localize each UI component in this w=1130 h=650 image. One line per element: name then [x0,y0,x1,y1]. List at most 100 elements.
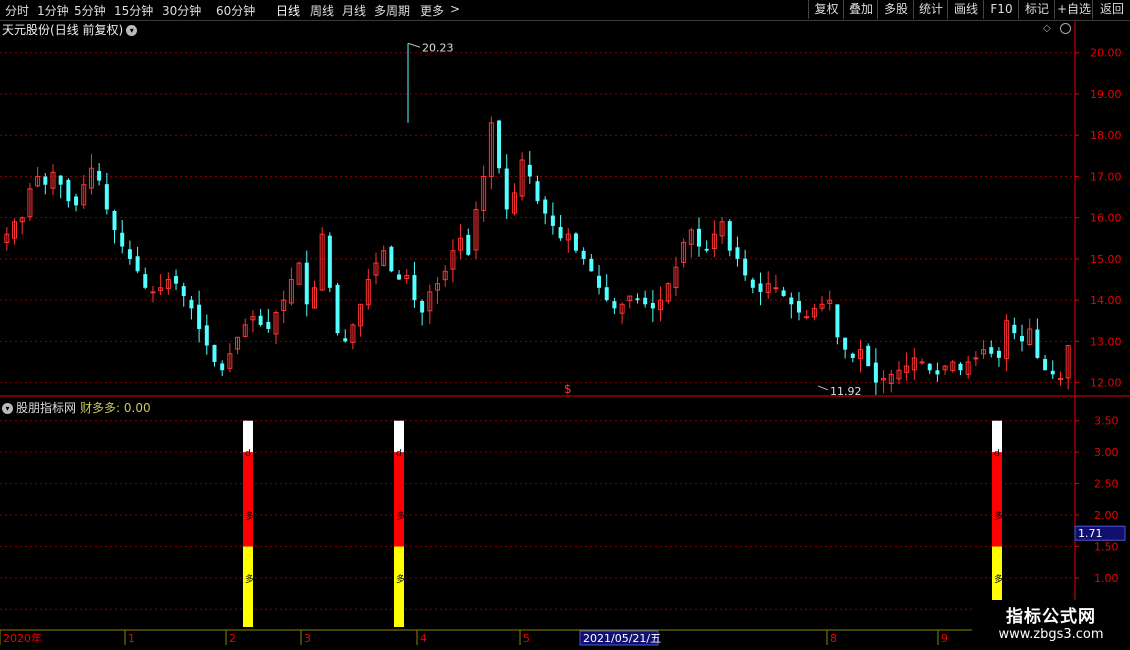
candle-body-down [204,325,209,346]
candle-body-down [58,175,63,185]
candle-body-down [835,304,840,338]
indicator-tick-label: 2.00 [1094,509,1119,522]
candle-body-down [704,248,709,251]
indicator-tick-label: 2.50 [1094,478,1119,491]
candle-body-down [535,181,540,202]
candle-body-down [420,300,425,313]
high-label: 20.23 [422,41,454,54]
candle-body-down [743,258,748,276]
bar-glyph: 多 [396,573,405,585]
candle-body-down [697,228,702,247]
watermark-title: 指标公式网 [1006,607,1096,627]
candle-body-down [1050,370,1055,375]
candle-body-down [935,370,940,375]
candle-body-down [781,290,786,297]
candle-body-up [973,357,979,360]
date-label: 5 [523,632,530,645]
date-label: 4 [420,632,427,645]
indicator-tick-label: 3.00 [1094,446,1119,459]
candle-body-down [343,338,348,342]
candle-body-down [304,262,309,305]
signal-bar-segment [243,420,253,453]
candle-body-down [466,234,471,255]
candle-body-down [66,179,71,202]
candle-body-down [412,275,417,301]
candle-body-down [120,232,125,247]
candle-body-down [958,363,963,371]
candle-body-up [804,316,810,319]
candle-body-down [989,347,994,354]
date-label: 8 [830,632,837,645]
low-label: 11.92 [830,385,862,398]
bar-glyph: 多 [245,573,254,585]
candle-body-down [127,249,132,259]
candle-body-down [758,283,763,292]
candle-body-down [612,301,617,309]
price-tick-label: 12.00 [1090,377,1122,390]
candle-body-down [927,363,932,371]
indicator-tick-label: 1.50 [1094,540,1119,553]
candle-body-down [796,301,801,313]
signal-bar-segment [243,546,253,627]
candle-body-down [197,304,202,330]
candle-body-down [573,233,578,251]
signal-bar-segment [992,420,1002,453]
signal-bar-segment [394,546,404,627]
low-pointer [817,385,829,391]
price-tick-label: 15.00 [1090,253,1122,266]
candle-body-down [143,274,148,288]
candle-body-down [558,227,563,239]
candle-body-down [335,284,340,334]
price-tick-label: 17.00 [1090,170,1122,183]
candle-body-up [1057,378,1063,381]
bar-glyph: 多 [994,510,1003,522]
bar-glyph: 多 [396,510,405,522]
bar-glyph: d [994,449,1000,459]
date-label: 2020年 [3,631,42,645]
price-tick-label: 18.00 [1090,129,1122,142]
candle-body-down [1035,329,1040,358]
candle-body-down [1012,324,1017,334]
indicator-tick-label: 1.00 [1094,572,1119,585]
candle-body-down [735,247,740,259]
candle-body-down [581,250,586,259]
signal-bar-segment [243,452,253,547]
candle-body-down [550,215,555,226]
candle-body-down [850,353,855,358]
candle-body-down [543,199,548,214]
dollar-marker: $ [564,382,572,396]
candle-body-down [43,176,48,185]
stock-chart[interactable]: 12.0013.0014.0015.0016.0017.0018.0019.00… [0,0,1130,650]
candle-body-down [174,276,179,284]
date-label: 1 [128,632,135,645]
candle-body-down [258,315,263,325]
candle-body-down [220,363,225,371]
candle-body-down [635,298,640,301]
watermark-url: www.zbgs3.com [998,627,1104,642]
price-tick-label: 19.00 [1090,88,1122,101]
candle-body-down [135,256,140,272]
signal-bar-segment [394,452,404,547]
candle-body-down [181,286,186,297]
candle-body-down [266,321,271,330]
candle-body-up [150,291,156,294]
candle-body-down [996,350,1001,358]
candle-body-down [397,274,402,280]
candle-body-up [919,361,925,364]
candle-body-down [527,164,532,177]
candle-body-down [327,235,332,288]
candle-body-down [1020,335,1025,342]
candle-body-down [497,120,502,169]
candle-body-down [750,279,755,288]
candle-body-down [589,258,594,272]
candle-body-down [727,221,732,251]
price-tick-label: 20.00 [1090,47,1122,60]
candle-body-down [212,344,217,363]
candle-body-down [504,168,509,210]
price-tick-label: 16.00 [1090,212,1122,225]
candle-body-down [1043,358,1048,371]
candle-body-down [74,196,79,206]
indicator-tick-label: 3.50 [1094,415,1119,428]
bar-glyph: 多 [994,573,1003,585]
date-label: 9 [941,632,948,645]
